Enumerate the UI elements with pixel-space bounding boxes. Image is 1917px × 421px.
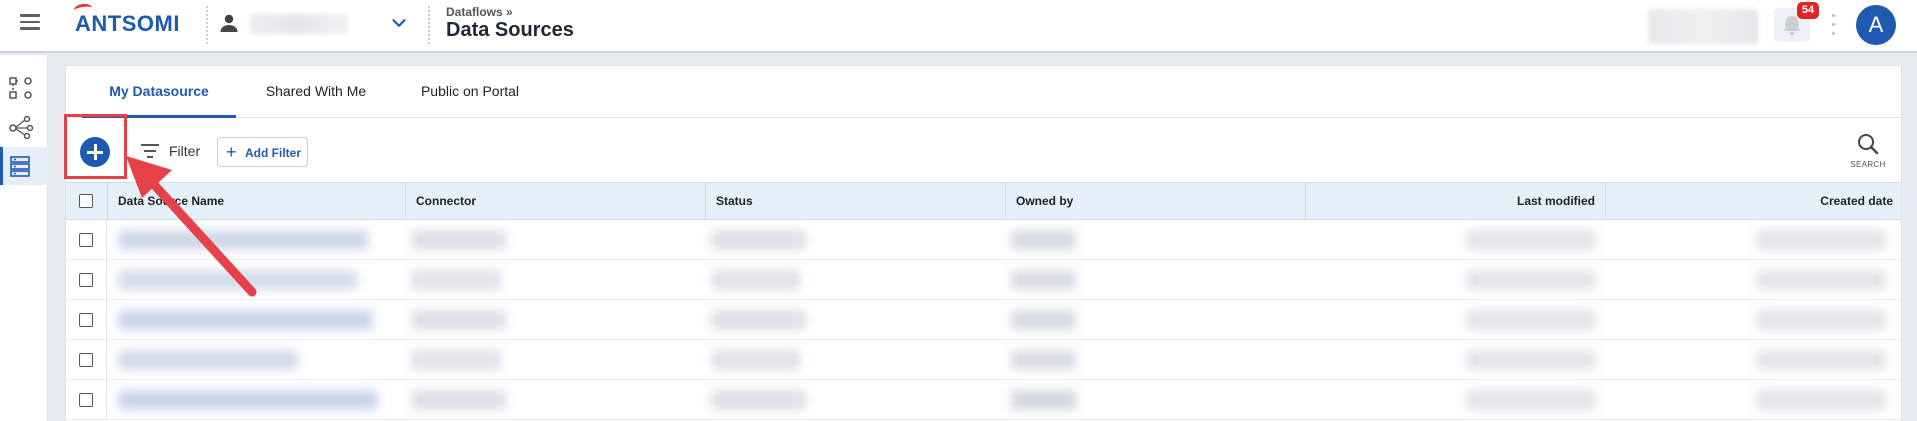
redacted-cell	[1466, 270, 1596, 290]
redacted-cell	[411, 270, 501, 290]
row-checkbox[interactable]	[79, 273, 93, 287]
account-name-redacted[interactable]	[250, 14, 348, 34]
person-icon	[220, 14, 238, 32]
redacted-cell	[711, 350, 801, 370]
data-sources-icon	[10, 156, 30, 177]
redacted-cell	[411, 390, 506, 410]
redacted-cell	[711, 230, 806, 250]
row-checkbox-cell	[66, 260, 107, 300]
tab-shared-with-me[interactable]: Shared With Me	[241, 66, 391, 118]
redacted-cell	[1466, 350, 1596, 370]
redacted-cell	[1756, 350, 1886, 370]
redacted-cell	[711, 310, 806, 330]
column-header-owned-by[interactable]: Owned by	[1005, 183, 1305, 220]
toolbar: Filter + Add Filter SEARCH	[66, 119, 1901, 181]
table-header: Data Source Name Connector Status Owned …	[66, 182, 1901, 220]
tab-my-datasource[interactable]: My Datasource	[82, 66, 236, 118]
table-row[interactable]	[66, 220, 1901, 260]
tab-bar: My Datasource Shared With Me Public on P…	[66, 66, 1901, 118]
header-divider	[206, 6, 208, 44]
row-checkbox[interactable]	[79, 353, 93, 367]
redacted-cell	[1011, 350, 1076, 370]
redacted-header-item[interactable]	[1648, 9, 1758, 44]
redacted-cell	[1466, 310, 1596, 330]
redacted-cell	[118, 310, 373, 330]
row-checkbox-cell	[66, 380, 107, 420]
redacted-cell	[711, 270, 801, 290]
column-header-connector[interactable]: Connector	[405, 183, 705, 220]
select-all-checkbox[interactable]	[79, 194, 93, 208]
search-button[interactable]: SEARCH	[1848, 131, 1888, 171]
header-divider	[428, 6, 430, 44]
data-sources-panel: My Datasource Shared With Me Public on P…	[65, 65, 1902, 421]
table-row[interactable]	[66, 380, 1901, 420]
redacted-cell	[118, 390, 378, 410]
row-checkbox[interactable]	[79, 313, 93, 327]
column-header-status[interactable]: Status	[705, 183, 1005, 220]
add-filter-label: Add Filter	[245, 146, 301, 160]
redacted-cell	[118, 270, 358, 290]
rail-item-data-sources[interactable]	[0, 147, 48, 185]
redacted-cell	[1011, 230, 1076, 250]
redacted-cell	[411, 230, 506, 250]
add-filter-button[interactable]: + Add Filter	[217, 137, 308, 167]
column-header-last-modified[interactable]: Last modified	[1305, 183, 1605, 220]
filter-list-icon	[141, 144, 159, 158]
table-row[interactable]	[66, 340, 1901, 380]
redacted-cell	[711, 390, 806, 410]
redacted-cell	[411, 310, 506, 330]
row-checkbox-cell	[66, 220, 107, 260]
share-network-icon	[9, 115, 34, 139]
search-icon	[1858, 134, 1879, 155]
redacted-cell	[1756, 390, 1886, 410]
avatar[interactable]: A	[1856, 5, 1896, 45]
plus-icon: +	[226, 142, 237, 162]
row-checkbox[interactable]	[79, 233, 93, 247]
table-row[interactable]	[66, 300, 1901, 340]
redacted-cell	[1011, 310, 1076, 330]
table-row[interactable]	[66, 260, 1901, 300]
dataflow-icon	[9, 77, 32, 99]
rail-item-dataflows[interactable]	[0, 69, 48, 107]
redacted-cell	[1756, 310, 1886, 330]
redacted-cell	[1466, 390, 1596, 410]
chevron-down-icon[interactable]	[388, 12, 410, 34]
redacted-cell	[411, 350, 501, 370]
redacted-cell	[1466, 230, 1596, 250]
redacted-cell	[1011, 390, 1076, 410]
redacted-cell	[118, 230, 368, 250]
page-title: Data Sources	[446, 19, 574, 41]
redacted-cell	[1756, 230, 1886, 250]
search-label: SEARCH	[1850, 160, 1886, 169]
top-bar: ANTSOMI Dataflows » Data Sources 54 A	[0, 0, 1917, 53]
row-checkbox[interactable]	[79, 393, 93, 407]
redacted-cell	[1011, 270, 1076, 290]
column-header-created-date[interactable]: Created date	[1605, 183, 1903, 220]
annotation-highlight-box	[64, 114, 127, 179]
breadcrumb[interactable]: Dataflows »	[446, 5, 513, 19]
redacted-cell	[1756, 270, 1886, 290]
column-header-name[interactable]: Data Source Name	[107, 183, 405, 220]
filter-label: Filter	[169, 143, 201, 159]
tab-public-on-portal[interactable]: Public on Portal	[395, 66, 545, 118]
notification-badge: 54	[1797, 2, 1819, 19]
row-checkbox-cell	[66, 300, 107, 340]
row-checkbox-cell	[66, 340, 107, 380]
antsomi-logo: ANTSOMI	[75, 11, 180, 36]
hamburger-menu-icon[interactable]	[20, 14, 40, 30]
left-nav-rail	[0, 55, 48, 421]
more-vert-icon[interactable]	[1832, 12, 1836, 38]
rail-item-connections[interactable]	[0, 108, 48, 146]
redacted-cell	[118, 350, 298, 370]
